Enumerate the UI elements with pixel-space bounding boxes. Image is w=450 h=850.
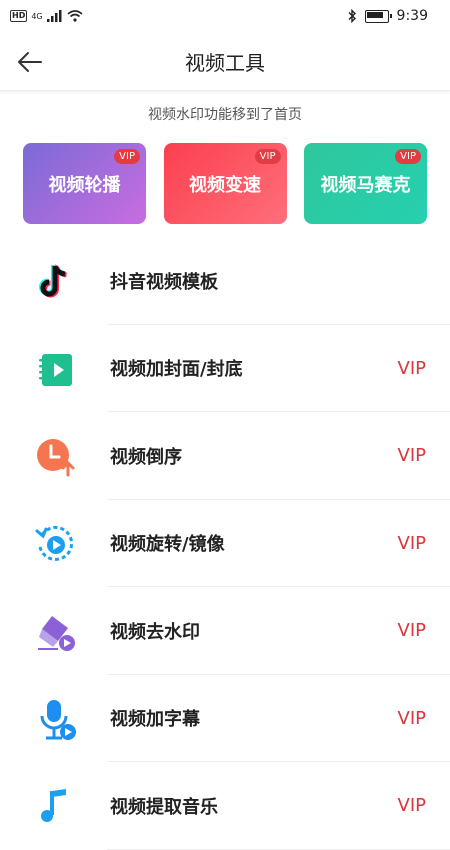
tool-label: 视频加字幕 [110, 709, 200, 731]
card-label: 视频轮播 [48, 174, 121, 196]
vip-badge: VIP [395, 149, 421, 164]
video-book-icon [34, 348, 78, 392]
tool-row-subtitles[interactable]: 视频加字幕 VIP [0, 675, 450, 763]
notice-text: 视频水印功能移到了首页 [148, 107, 302, 123]
vip-label: VIP [397, 620, 426, 642]
tool-label: 抖音视频模板 [110, 271, 218, 293]
tool-label: 视频旋转/镜像 [110, 534, 225, 556]
tool-row-extract-music[interactable]: 视频提取音乐 VIP [0, 762, 450, 850]
tool-row-remove-watermark[interactable]: 视频去水印 VIP [0, 587, 450, 675]
vip-label: VIP [397, 532, 426, 554]
tool-label: 视频加封面/封底 [110, 359, 243, 381]
tool-label: 视频去水印 [110, 621, 200, 643]
tool-row-rotate[interactable]: 视频旋转/镜像 VIP [0, 500, 450, 588]
network-type: 4G [31, 11, 43, 21]
vip-label: VIP [397, 707, 426, 729]
bluetooth-icon [348, 9, 356, 23]
tiktok-icon [34, 260, 78, 304]
vip-badge: VIP [254, 149, 281, 164]
page-title: 视频工具 [185, 50, 265, 75]
card-video-carousel[interactable]: VIP 视频轮播 [23, 143, 146, 224]
header-bar: 视频工具 [0, 32, 450, 91]
card-label: 视频马赛克 [320, 174, 411, 196]
status-right: 9:39 [347, 8, 450, 24]
tool-row-cover[interactable]: 视频加封面/封底 VIP [0, 325, 450, 413]
rotate-icon [34, 523, 78, 567]
hd-badge: HD [10, 10, 28, 22]
microphone-icon [34, 698, 78, 742]
card-label: 视频变速 [189, 174, 261, 196]
tool-label: 视频倒序 [110, 446, 182, 468]
wifi-icon [67, 10, 83, 22]
feature-cards: VIP 视频轮播 VIP 视频变速 VIP 视频马赛克 [23, 143, 427, 224]
clock-reverse-icon [34, 435, 78, 479]
card-video-mosaic[interactable]: VIP 视频马赛克 [304, 143, 427, 224]
status-left: HD 4G [0, 10, 83, 22]
tool-list: 抖音视频模板 视频加封面/封底 VIP 视频倒序 VIP 视频旋转/镜像 VIP… [0, 237, 450, 850]
battery-icon [364, 9, 392, 23]
eraser-icon [34, 610, 78, 654]
card-video-speed[interactable]: VIP 视频变速 [163, 143, 287, 224]
clock-time: 9:39 [396, 8, 428, 24]
signal-icon [46, 10, 62, 22]
music-note-icon [34, 785, 78, 829]
tool-label: 视频提取音乐 [110, 796, 218, 818]
vip-label: VIP [397, 445, 426, 467]
status-bar: HD 4G 9:39 [0, 0, 450, 32]
tool-row-reverse[interactable]: 视频倒序 VIP [0, 412, 450, 500]
vip-label: VIP [397, 795, 426, 817]
back-arrow-icon [18, 52, 42, 72]
back-button[interactable] [14, 46, 46, 78]
vip-label: VIP [397, 357, 426, 379]
tool-row-tiktok-template[interactable]: 抖音视频模板 [0, 237, 450, 325]
vip-badge: VIP [114, 149, 140, 164]
